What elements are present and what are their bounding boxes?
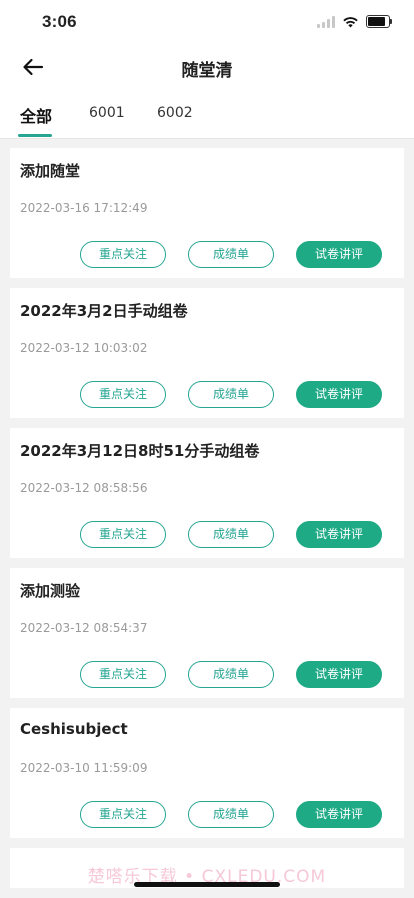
review-button[interactable]: 试卷讲评 — [296, 521, 382, 548]
review-button[interactable]: 试卷讲评 — [296, 661, 382, 688]
quiz-title: 添加测验 — [20, 582, 81, 600]
quiz-date: 2022-03-16 17:12:49 — [20, 201, 148, 215]
quiz-title: 2022年3月12日8时51分手动组卷 — [20, 442, 260, 460]
grades-button[interactable]: 成绩单 — [188, 381, 274, 408]
focus-button[interactable]: 重点关注 — [80, 521, 166, 548]
grades-button[interactable]: 成绩单 — [188, 661, 274, 688]
quiz-card[interactable]: 添加随堂 2022-03-16 17:12:49 重点关注 成绩单 试卷讲评 — [10, 148, 404, 278]
tab-6001[interactable]: 6001 — [89, 105, 125, 121]
review-button[interactable]: 试卷讲评 — [296, 241, 382, 268]
quiz-card[interactable]: 添加测验 2022-03-12 08:54:37 重点关注 成绩单 试卷讲评 — [10, 568, 404, 698]
wifi-icon — [343, 16, 358, 27]
grades-button[interactable]: 成绩单 — [188, 801, 274, 828]
grades-button[interactable]: 成绩单 — [188, 241, 274, 268]
focus-button[interactable]: 重点关注 — [80, 381, 166, 408]
quiz-title: 添加随堂 — [20, 162, 81, 180]
status-time: 3:06 — [42, 12, 77, 31]
status-bar: 3:06 — [0, 0, 414, 44]
grades-button[interactable]: 成绩单 — [188, 521, 274, 548]
tab-bar: 全部 6001 6002 — [0, 90, 414, 139]
page-title: 随堂清 — [181, 61, 233, 81]
quiz-card[interactable]: 2022年3月2日手动组卷 2022-03-12 10:03:02 重点关注 成… — [10, 288, 404, 418]
quiz-date: 2022-03-12 08:58:56 — [20, 481, 148, 495]
quiz-title: 2022年3月2日手动组卷 — [20, 302, 188, 320]
review-button[interactable]: 试卷讲评 — [296, 801, 382, 828]
review-button[interactable]: 试卷讲评 — [296, 381, 382, 408]
tab-6002[interactable]: 6002 — [157, 105, 193, 121]
tab-active-indicator — [18, 134, 52, 137]
tab-all[interactable]: 全部 — [20, 103, 52, 127]
status-icons — [317, 15, 392, 28]
quiz-date: 2022-03-12 10:03:02 — [20, 341, 148, 355]
signal-icon — [317, 15, 335, 28]
quiz-card[interactable]: Ceshisubject 2022-03-10 11:59:09 重点关注 成绩… — [10, 708, 404, 838]
focus-button[interactable]: 重点关注 — [80, 801, 166, 828]
focus-button[interactable]: 重点关注 — [80, 661, 166, 688]
nav-bar: 随堂清 — [0, 44, 414, 90]
battery-icon — [366, 15, 392, 28]
quiz-list: 添加随堂 2022-03-16 17:12:49 重点关注 成绩单 试卷讲评 2… — [10, 148, 404, 898]
home-indicator — [134, 882, 280, 887]
quiz-card[interactable]: 2022年3月12日8时51分手动组卷 2022-03-12 08:58:56 … — [10, 428, 404, 558]
focus-button[interactable]: 重点关注 — [80, 241, 166, 268]
quiz-title: Ceshisubject — [20, 720, 128, 738]
quiz-date: 2022-03-12 08:54:37 — [20, 621, 148, 635]
quiz-date: 2022-03-10 11:59:09 — [20, 761, 148, 775]
